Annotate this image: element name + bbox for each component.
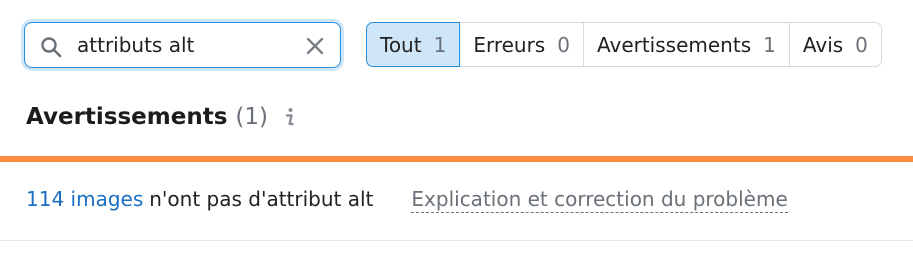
issue-filter-tabs: Tout 1 Erreurs 0 Avertissements 1 Avis 0	[366, 22, 882, 67]
issue-help-link[interactable]: Explication et correction du problème	[411, 187, 788, 213]
filter-tab-all[interactable]: Tout 1	[366, 22, 461, 67]
issue-row: 114 images n'ont pas d'attribut alt Expl…	[26, 187, 788, 213]
search-box[interactable]	[24, 22, 341, 68]
filter-tab-label: Tout	[380, 32, 422, 57]
page: Tout 1 Erreurs 0 Avertissements 1 Avis 0…	[0, 0, 913, 264]
issue-count-link[interactable]: 114 images	[26, 187, 143, 211]
section-title-label: Avertissements	[26, 104, 228, 130]
filter-tab-count: 1	[763, 32, 776, 57]
search-icon	[41, 37, 62, 58]
filter-tab-notices[interactable]: Avis 0	[789, 22, 882, 67]
close-icon[interactable]	[304, 35, 326, 57]
filter-tab-label: Avertissements	[596, 32, 752, 57]
section-title-count: (1)	[235, 104, 268, 130]
row-divider	[0, 240, 913, 241]
section-title: Avertissements (1)	[26, 104, 296, 130]
filter-tab-count: 1	[433, 32, 447, 57]
filter-tab-errors[interactable]: Erreurs 0	[460, 22, 584, 67]
search-input[interactable]	[77, 31, 297, 59]
info-icon[interactable]	[282, 106, 296, 128]
filter-tab-warnings[interactable]: Avertissements 1	[583, 22, 790, 67]
filter-tab-label: Erreurs	[473, 32, 546, 57]
filter-tab-label: Avis	[802, 32, 844, 57]
warning-accent-bar	[0, 156, 913, 162]
filter-tab-count: 0	[557, 32, 570, 57]
filter-tab-count: 0	[855, 32, 868, 57]
issue-description: n'ont pas d'attribut alt	[149, 187, 374, 211]
